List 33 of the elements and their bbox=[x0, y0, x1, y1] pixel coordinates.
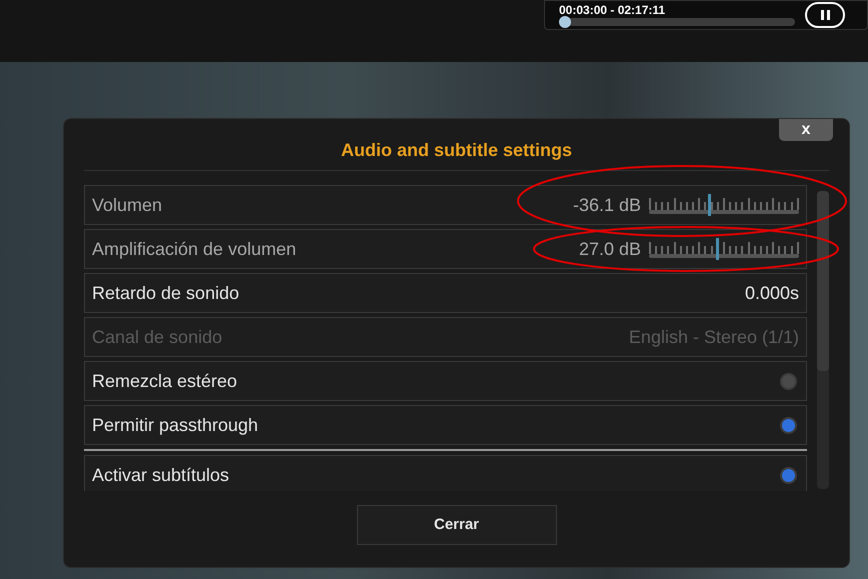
seek-thumb[interactable] bbox=[559, 16, 571, 28]
close-dialog-button[interactable]: Cerrar bbox=[356, 505, 556, 545]
pause-icon[interactable] bbox=[805, 2, 845, 28]
setting-row[interactable]: Permitir passthrough bbox=[84, 405, 807, 445]
setting-label: Retardo de sonido bbox=[92, 282, 240, 304]
playback-time: 00:03:00 - 02:17:11 bbox=[559, 4, 666, 17]
setting-row[interactable]: Amplificación de volumen 27.0 dB bbox=[84, 229, 807, 269]
toggle-radio[interactable] bbox=[780, 466, 797, 484]
setting-label: Amplificación de volumen bbox=[92, 238, 296, 261]
setting-row[interactable]: Activar subtítulos bbox=[84, 455, 807, 491]
setting-label: Canal de sonido bbox=[92, 326, 222, 348]
setting-value: 27.0 dB bbox=[578, 238, 641, 260]
setting-label: Volumen bbox=[92, 194, 162, 216]
setting-label: Activar subtítulos bbox=[92, 464, 230, 486]
dialog-title: Audio and subtitle settings bbox=[340, 139, 572, 162]
scrollbar-thumb[interactable] bbox=[817, 191, 829, 371]
toggle-radio[interactable] bbox=[780, 416, 797, 434]
slider-thumb[interactable] bbox=[708, 194, 711, 216]
setting-label: Remezcla estéreo bbox=[92, 370, 238, 392]
scrollbar[interactable] bbox=[817, 191, 829, 489]
seek-bar[interactable] bbox=[559, 18, 795, 26]
setting-label: Permitir passthrough bbox=[92, 414, 258, 437]
volume-slider[interactable] bbox=[649, 238, 799, 260]
setting-value: 0.000s bbox=[744, 282, 799, 304]
setting-value: -36.1 dB bbox=[572, 194, 641, 216]
toggle-radio[interactable] bbox=[780, 372, 797, 390]
setting-row[interactable]: Retardo de sonido 0.000s bbox=[84, 273, 807, 313]
slider-thumb[interactable] bbox=[716, 238, 718, 260]
close-button[interactable]: x bbox=[779, 119, 833, 141]
setting-row[interactable]: Volumen -36.1 dB bbox=[84, 185, 807, 225]
setting-value: English - Stereo (1/1) bbox=[628, 326, 799, 349]
setting-row[interactable]: Remezcla estéreo bbox=[84, 361, 807, 401]
volume-slider[interactable] bbox=[649, 194, 799, 216]
